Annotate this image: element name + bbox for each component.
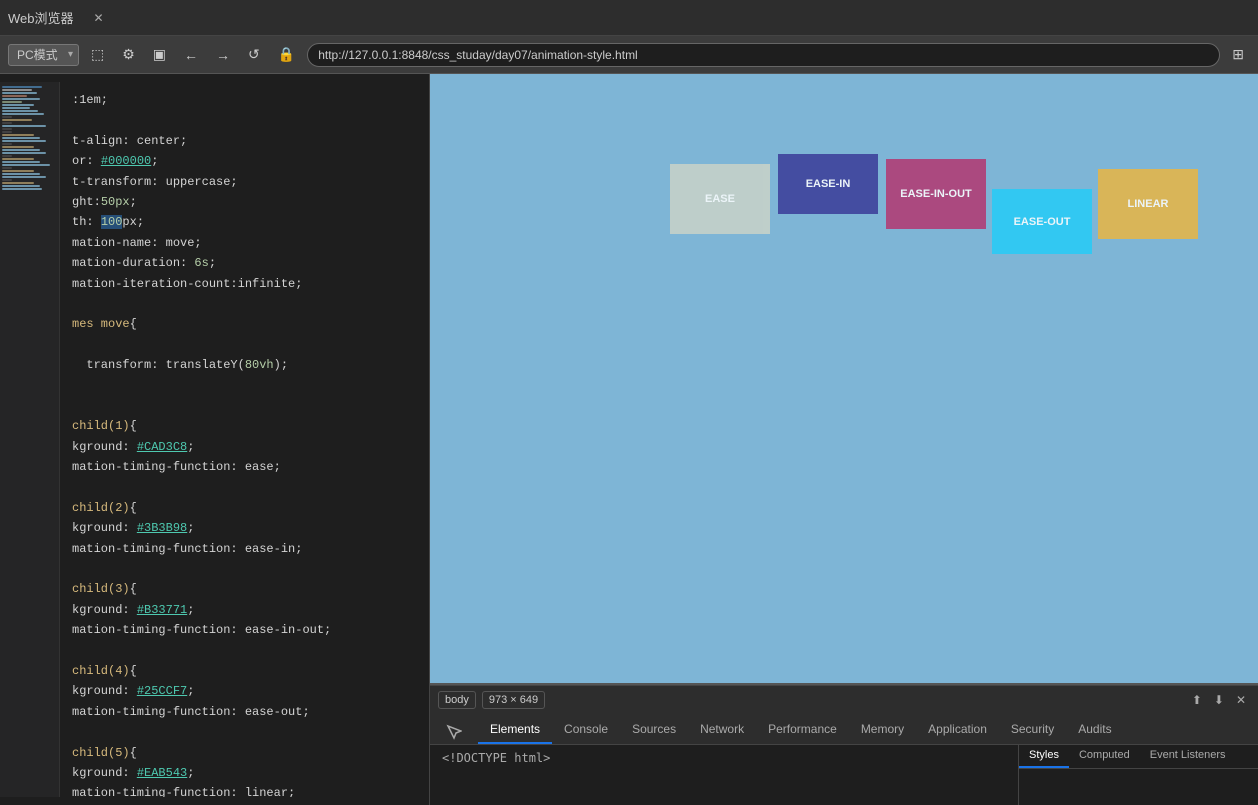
styles-panel: Styles Computed Event Listeners bbox=[1018, 745, 1258, 805]
preview-viewport: EASE EASE-IN EASE-IN-OUT EASE-OUT LINEAR bbox=[430, 74, 1258, 683]
code-line: mation-duration: 6s; bbox=[72, 253, 417, 273]
code-line bbox=[72, 375, 417, 395]
linear-box: LINEAR bbox=[1098, 169, 1198, 239]
code-line: kground: #B33771; bbox=[72, 600, 417, 620]
inspect-element-button[interactable] bbox=[438, 720, 470, 744]
browser-toolbar: PC模式 ⬚ ⚙ ▣ ← → ↺ 🔒 ⊞ bbox=[0, 36, 1258, 74]
tab-audits[interactable]: Audits bbox=[1066, 716, 1123, 744]
browser-titlebar: Web浏览器 ✕ bbox=[0, 0, 1258, 36]
code-line: transform: translateY(80vh); bbox=[72, 355, 417, 375]
code-line bbox=[72, 294, 417, 314]
code-line: mation-name: move; bbox=[72, 233, 417, 253]
code-line: child(3){ bbox=[72, 579, 417, 599]
code-line bbox=[72, 641, 417, 661]
code-line: child(1){ bbox=[72, 416, 417, 436]
tab-computed[interactable]: Computed bbox=[1069, 745, 1140, 768]
code-line bbox=[72, 477, 417, 497]
browser-preview: EASE EASE-IN EASE-IN-OUT EASE-OUT LINEAR… bbox=[430, 74, 1258, 805]
code-line: kground: #EAB543; bbox=[72, 763, 417, 783]
tab-elements[interactable]: Elements bbox=[478, 716, 552, 744]
device-toolbar-button[interactable]: ▣ bbox=[147, 42, 172, 67]
viewport-dimensions: 973 × 649 bbox=[482, 691, 545, 709]
ease-in-out-box: EASE-IN-OUT bbox=[886, 159, 986, 229]
code-line: child(2){ bbox=[72, 498, 417, 518]
devtools-tabs: Elements Console Sources Network Perform… bbox=[430, 713, 1258, 745]
lock-button[interactable]: 🔒 bbox=[272, 42, 301, 67]
tab-memory[interactable]: Memory bbox=[849, 716, 916, 744]
refresh-button[interactable]: ↺ bbox=[242, 42, 266, 67]
body-tag-badge: body bbox=[438, 691, 476, 709]
devtools-content: <!DOCTYPE html> Styles Computed Event Li… bbox=[430, 745, 1258, 805]
code-line: th: 100px; bbox=[72, 212, 417, 232]
tab-close-button[interactable]: ✕ bbox=[94, 11, 104, 25]
device-select-input[interactable]: PC模式 bbox=[8, 44, 79, 66]
html-panel: <!DOCTYPE html> bbox=[430, 745, 1018, 805]
code-line bbox=[72, 559, 417, 579]
code-line: kground: #3B3B98; bbox=[72, 518, 417, 538]
back-button[interactable]: ← bbox=[178, 43, 204, 67]
code-line bbox=[72, 722, 417, 742]
devtools-bottom-bar: body 973 × 649 ⬆ ⬇ ✕ bbox=[430, 685, 1258, 713]
tab-security[interactable]: Security bbox=[999, 716, 1066, 744]
tab-console[interactable]: Console bbox=[552, 716, 620, 744]
code-panel: :1em; t-align: center; or: #000000; t-tr… bbox=[0, 74, 430, 805]
device-mode-selector[interactable]: PC模式 bbox=[8, 44, 79, 66]
close-devtools-icon[interactable]: ✕ bbox=[1232, 691, 1250, 709]
tab-network[interactable]: Network bbox=[688, 716, 756, 744]
code-line: mation-iteration-count:infinite; bbox=[72, 274, 417, 294]
url-bar[interactable] bbox=[307, 43, 1220, 67]
code-line: t-align: center; bbox=[72, 131, 417, 151]
tab-sources[interactable]: Sources bbox=[620, 716, 688, 744]
code-line: or: #000000; bbox=[72, 151, 417, 171]
ease-box: EASE bbox=[670, 164, 770, 234]
code-line: ght:50px; bbox=[72, 192, 417, 212]
ease-in-box: EASE-IN bbox=[778, 154, 878, 214]
grid-view-button[interactable]: ⊞ bbox=[1226, 42, 1250, 67]
screenshot-button[interactable]: ⬚ bbox=[85, 42, 110, 67]
tab-application[interactable]: Application bbox=[916, 716, 999, 744]
html-doctype: <!DOCTYPE html> bbox=[442, 751, 550, 765]
tab-event-listeners[interactable]: Event Listeners bbox=[1140, 745, 1236, 768]
devtools-panel: body 973 × 649 ⬆ ⬇ ✕ Elements Console So… bbox=[430, 683, 1258, 805]
code-line: child(5){ bbox=[72, 743, 417, 763]
browser-title: Web浏览器 bbox=[8, 8, 74, 27]
main-area: :1em; t-align: center; or: #000000; t-tr… bbox=[0, 74, 1258, 805]
code-line: mation-timing-function: ease-in-out; bbox=[72, 620, 417, 640]
code-line: t-transform: uppercase; bbox=[72, 172, 417, 192]
code-line: kground: #25CCF7; bbox=[72, 681, 417, 701]
code-editor: :1em; t-align: center; or: #000000; t-tr… bbox=[60, 82, 429, 797]
code-line: mes move{ bbox=[72, 314, 417, 334]
code-line: mation-timing-function: linear; bbox=[72, 783, 417, 797]
code-minimap bbox=[0, 82, 60, 797]
code-line: mation-timing-function: ease-out; bbox=[72, 702, 417, 722]
tab-performance[interactable]: Performance bbox=[756, 716, 849, 744]
code-line bbox=[72, 396, 417, 416]
code-line: mation-timing-function: ease-in; bbox=[72, 539, 417, 559]
code-line: mation-timing-function: ease; bbox=[72, 457, 417, 477]
code-line: kground: #CAD3C8; bbox=[72, 437, 417, 457]
tab-styles[interactable]: Styles bbox=[1019, 745, 1069, 768]
code-line bbox=[72, 335, 417, 355]
bottom-bar-icons: ⬆ ⬇ ✕ bbox=[1188, 691, 1250, 709]
code-line: child(4){ bbox=[72, 661, 417, 681]
expand-icon[interactable]: ⬆ bbox=[1188, 691, 1206, 709]
collapse-icon[interactable]: ⬇ bbox=[1210, 691, 1228, 709]
code-line bbox=[72, 110, 417, 130]
styles-sub-tabs: Styles Computed Event Listeners bbox=[1019, 745, 1258, 769]
ease-out-box: EASE-OUT bbox=[992, 189, 1092, 254]
code-line: :1em; bbox=[72, 90, 417, 110]
settings-button[interactable]: ⚙ bbox=[116, 42, 141, 67]
forward-button[interactable]: → bbox=[210, 43, 236, 67]
